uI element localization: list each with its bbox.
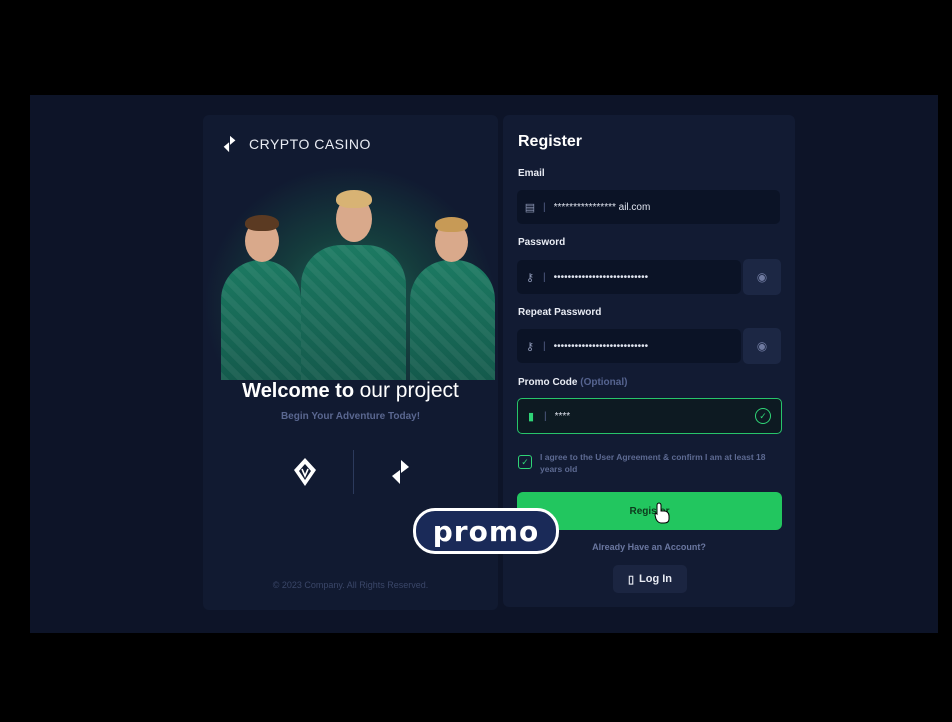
logo-divider	[352, 450, 354, 494]
welcome-heading: Welcome to our project	[203, 379, 498, 403]
tagline: Begin Your Adventure Today!	[280, 411, 421, 422]
copyright: © 2023 Company. All Rights Reserved.	[272, 580, 429, 590]
hero-image	[203, 165, 498, 380]
login-button[interactable]: ▯ Log In	[613, 565, 687, 593]
login-label: Log In	[639, 573, 673, 585]
repeat-password-field[interactable]: ⚷ | •••••••••••••••••••••••••••	[517, 329, 741, 363]
email-field[interactable]: ▤ | **************** ail.com	[517, 190, 780, 224]
player-right	[410, 210, 495, 380]
promo-overlay-badge: promo	[413, 508, 559, 554]
brand-name: CRYPTO CASINO	[249, 136, 371, 152]
form-title: Register	[518, 133, 583, 150]
agreement[interactable]: ✓ I agree to the User Agreement & confir…	[518, 451, 773, 475]
cursor-hand-icon	[654, 502, 670, 524]
key-icon: ⚷	[525, 271, 535, 284]
promo-code-field[interactable]: ▮ | **** ✓	[517, 398, 782, 434]
repeat-password-value: •••••••••••••••••••••••••••	[553, 340, 649, 352]
promo-optional: (Optional)	[580, 377, 628, 388]
promo-code-value: ****	[554, 410, 571, 422]
player-left	[221, 205, 301, 380]
player-center	[301, 182, 406, 380]
password-value: •••••••••••••••••••••••••••	[553, 271, 649, 283]
eye-icon: ◉	[756, 270, 768, 284]
password-field[interactable]: ⚷ | •••••••••••••••••••••••••••	[517, 260, 741, 294]
casino-logo-icon	[223, 135, 236, 153]
show-repeat-password-button[interactable]: ◉	[743, 328, 781, 364]
email-icon: ▤	[524, 201, 536, 214]
promo-tag-icon: ▮	[527, 410, 535, 423]
promo-label-text: Promo Code	[518, 377, 578, 388]
welcome-bold: Welcome to	[242, 380, 355, 402]
promo-label: Promo Code (Optional)	[518, 377, 627, 388]
password-label: Password	[518, 237, 566, 248]
casino-logo-icon	[392, 460, 409, 484]
welcome-light: our project	[359, 379, 459, 402]
key-icon: ⚷	[525, 340, 535, 353]
club-crest-icon	[294, 458, 316, 486]
login-icon: ▯	[627, 573, 635, 586]
brand[interactable]: CRYPTO CASINO	[221, 135, 371, 153]
email-value: **************** ail.com	[553, 201, 651, 213]
repeat-password-label: Repeat Password	[518, 307, 602, 318]
eye-icon: ◉	[756, 339, 768, 353]
check-icon: ✓	[755, 408, 771, 424]
agree-text: I agree to the User Agreement & confirm …	[540, 452, 766, 474]
email-label: Email	[518, 168, 545, 179]
agree-checkbox[interactable]: ✓	[518, 455, 532, 469]
partner-logos	[293, 450, 413, 494]
show-password-button[interactable]: ◉	[743, 259, 781, 295]
